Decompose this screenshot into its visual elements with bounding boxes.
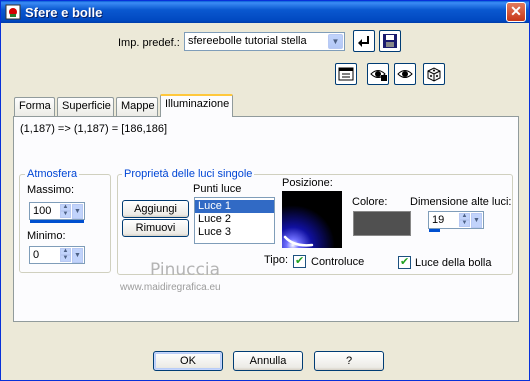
eye-button[interactable] xyxy=(394,63,416,85)
max-level-bar xyxy=(30,220,84,223)
points-label: Punti luce xyxy=(193,183,242,195)
preview-toggle-button[interactable] xyxy=(335,63,357,85)
eye-lock-button[interactable] xyxy=(367,63,389,85)
tab-forma[interactable]: Forma xyxy=(14,97,55,116)
atmosfera-group: Atmosfera Massimo: 100 ▲ ▼ ▼ Minimo: 0 ▲ ▼… xyxy=(19,168,111,273)
watermark-name: Pinuccia xyxy=(150,260,220,280)
close-icon: ✕ xyxy=(510,3,522,19)
bubble-light-checkbox[interactable] xyxy=(398,255,411,269)
remove-light-button[interactable]: Rimuovi xyxy=(122,219,189,237)
window-title: Sfere e bolle xyxy=(25,5,103,20)
ok-button[interactable]: OK xyxy=(153,351,223,371)
backlight-checkbox[interactable] xyxy=(293,254,306,268)
dice-icon xyxy=(427,67,441,82)
list-item[interactable]: Luce 3 xyxy=(195,226,274,239)
chevron-down-icon[interactable]: ▼ xyxy=(328,34,343,49)
lights-list[interactable]: Luce 1 Luce 2 Luce 3 xyxy=(194,197,275,244)
chevron-down-icon[interactable]: ▼ xyxy=(72,248,83,263)
dialog-window: Sfere e bolle ✕ Imp. predef.: sfereeboll… xyxy=(0,0,530,381)
size-level-bar xyxy=(429,229,440,232)
max-label: Massimo: xyxy=(27,184,75,196)
close-button[interactable]: ✕ xyxy=(506,2,526,22)
cancel-button[interactable]: Annulla xyxy=(233,351,303,371)
max-spinner[interactable]: 100 ▲ ▼ ▼ xyxy=(29,202,85,223)
chevron-down-icon[interactable]: ▼ xyxy=(72,204,83,219)
coord-readout: (1,187) => (1,187) = [186,186] xyxy=(20,123,168,135)
eye-icon xyxy=(397,70,413,78)
watermark-url: www.maidiregrafica.eu xyxy=(120,282,221,293)
size-updown[interactable]: ▲ ▼ xyxy=(459,213,470,228)
max-updown[interactable]: ▲ ▼ xyxy=(60,204,71,219)
list-item[interactable]: Luce 1 xyxy=(195,200,274,213)
min-label: Minimo: xyxy=(27,230,66,242)
title-bar: Sfere e bolle ✕ xyxy=(1,1,529,23)
chevron-down-icon[interactable]: ▼ xyxy=(471,213,482,228)
preset-delete-icon xyxy=(358,36,369,47)
app-icon xyxy=(5,4,21,20)
randomize-button[interactable] xyxy=(423,63,445,85)
preset-label: Imp. predef.: xyxy=(118,37,180,49)
atmosfera-title: Atmosfera xyxy=(25,168,80,180)
light-glow-graphic xyxy=(282,191,342,248)
add-light-button[interactable]: Aggiungi xyxy=(122,200,189,218)
illuminazione-panel: (1,187) => (1,187) = [186,186] Atmosfera… xyxy=(13,116,519,322)
preset-save-icon xyxy=(383,34,397,48)
tab-mappe[interactable]: Mappe xyxy=(116,97,158,116)
preset-select[interactable]: sfereebolle tutorial stella ▼ xyxy=(184,32,345,51)
backlight-label[interactable]: Controluce xyxy=(311,256,364,268)
tab-illuminazione[interactable]: Illuminazione xyxy=(160,94,233,117)
light-color-swatch[interactable] xyxy=(353,211,411,236)
eye-lock-icon xyxy=(370,70,387,81)
tab-superficie[interactable]: Superficie xyxy=(57,97,114,116)
help-button[interactable]: ? xyxy=(314,351,384,371)
highlight-size-spinner[interactable]: 19 ▲ ▼ ▼ xyxy=(428,211,484,232)
lights-title: Proprietà delle luci singole xyxy=(122,168,255,180)
bubble-light-label[interactable]: Luce della bolla xyxy=(415,257,491,269)
list-item[interactable]: Luce 2 xyxy=(195,213,274,226)
preset-save-button[interactable] xyxy=(379,30,401,52)
preset-reset-button[interactable] xyxy=(353,30,375,52)
type-label: Tipo: xyxy=(264,254,289,266)
min-updown[interactable]: ▲ ▼ xyxy=(60,248,71,263)
light-position-preview[interactable] xyxy=(282,191,342,248)
min-spinner[interactable]: 0 ▲ ▼ ▼ xyxy=(29,246,85,264)
position-label: Posizione: xyxy=(282,177,333,189)
preview-toggle-icon xyxy=(338,67,354,81)
color-label: Colore: xyxy=(352,196,388,208)
highlight-size-label: Dimensione alte luci: xyxy=(410,196,512,208)
